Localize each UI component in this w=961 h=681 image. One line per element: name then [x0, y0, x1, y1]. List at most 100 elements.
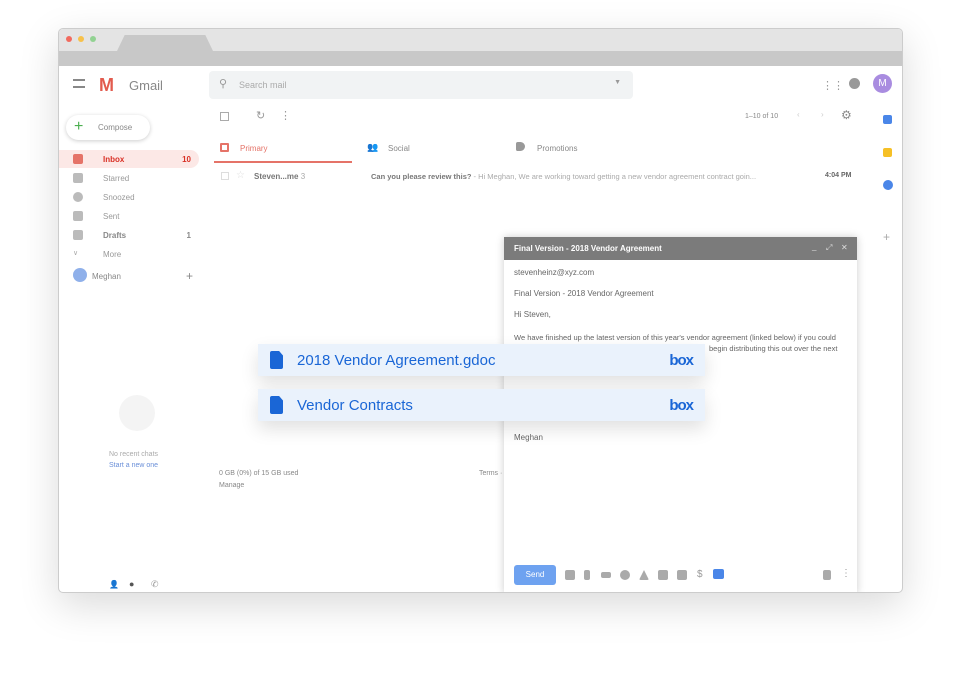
minimize-icon[interactable]: _: [812, 242, 816, 251]
compose-title: Final Version - 2018 Vendor Agreement: [514, 244, 662, 253]
body-line[interactable]: We have finished up the latest version o…: [514, 333, 836, 342]
more-options-icon[interactable]: ⋮: [841, 568, 851, 579]
label: More: [103, 249, 122, 259]
browser-window: M Gmail ⚲ Search mail ▼ ⋮⋮ M + Compose I…: [58, 28, 903, 593]
sidebar-item-more[interactable]: ∨ More: [67, 245, 199, 263]
start-chat-link[interactable]: Start a new one: [109, 462, 158, 469]
address-bar[interactable]: [59, 51, 902, 66]
label: Inbox: [103, 154, 125, 164]
tab-promotions[interactable]: Promotions: [514, 136, 654, 163]
compose-label: Compose: [98, 123, 133, 132]
add-addon-icon[interactable]: +: [883, 230, 890, 244]
send-button[interactable]: Send: [514, 565, 556, 585]
row-checkbox[interactable]: [221, 172, 229, 180]
maximize-dot[interactable]: [90, 36, 96, 42]
chevron-down-icon: ∨: [73, 250, 79, 257]
browser-tab[interactable]: [117, 35, 213, 51]
search-bar[interactable]: ⚲ Search mail ▼: [209, 71, 633, 99]
gmail-logo-icon: M: [99, 75, 114, 95]
close-icon[interactable]: ✕: [841, 243, 848, 252]
link-icon[interactable]: [601, 572, 611, 578]
confidential-icon[interactable]: [677, 570, 687, 580]
subject: Can you please review this?: [371, 172, 472, 181]
sidebar-item-drafts[interactable]: Drafts 1: [67, 226, 199, 244]
hangouts-icon: [119, 395, 155, 431]
tab-primary[interactable]: Primary: [214, 136, 352, 163]
minimize-dot[interactable]: [78, 36, 84, 42]
inbox-icon: [73, 154, 83, 164]
signature[interactable]: Meghan: [514, 433, 543, 442]
emoji-icon[interactable]: [620, 570, 630, 580]
chat-icon[interactable]: ●: [129, 579, 134, 589]
keep-icon[interactable]: [883, 148, 892, 157]
trash-icon[interactable]: [823, 570, 831, 580]
photo-icon[interactable]: [658, 570, 668, 580]
email-row[interactable]: ☆ Steven...me 3 Can you please review th…: [214, 165, 854, 187]
sidebar-item-snoozed[interactable]: Snoozed: [67, 188, 199, 206]
sidebar-item-sent[interactable]: Sent: [67, 207, 199, 225]
box-logo-icon: box: [669, 351, 694, 369]
dollar-icon[interactable]: $: [697, 569, 703, 580]
label: Drafts: [103, 230, 127, 240]
box-logo-icon: box: [669, 396, 694, 414]
tab-label: Primary: [240, 144, 268, 153]
terms-link[interactable]: Terms ·: [479, 470, 502, 477]
file-name: 2018 Vendor Agreement.gdoc: [297, 351, 496, 369]
plus-icon: +: [74, 118, 84, 135]
draft-icon: [73, 230, 83, 240]
sender: Steven...me 3: [254, 172, 305, 181]
star-icon[interactable]: ☆: [236, 170, 245, 181]
storage-usage: 0 GB (0%) of 15 GB used: [219, 470, 299, 477]
user-avatar[interactable]: [73, 268, 87, 282]
send-icon: [73, 211, 83, 221]
sidebar-item-starred[interactable]: Starred: [67, 169, 199, 187]
app-name: Gmail: [129, 78, 163, 93]
file-card[interactable]: 2018 Vendor Agreement.gdoc box: [258, 344, 705, 376]
formatting-icon[interactable]: [565, 570, 575, 580]
sender-name: Steven...me: [254, 172, 299, 181]
refresh-icon[interactable]: ↻: [256, 109, 265, 122]
sidebar-item-inbox[interactable]: Inbox 10: [59, 150, 199, 168]
tab-label: Social: [388, 144, 410, 153]
notifications-icon[interactable]: [849, 78, 860, 89]
add-icon[interactable]: +: [186, 269, 193, 283]
compose-button[interactable]: + Compose: [66, 115, 150, 140]
file-name: Vendor Contracts: [297, 396, 413, 414]
subject-field[interactable]: Final Version - 2018 Vendor Agreement: [514, 289, 654, 298]
tab-social[interactable]: 👥 Social: [364, 136, 504, 163]
box-icon[interactable]: [713, 569, 724, 579]
body-line[interactable]: begin distributing this out over the nex…: [709, 344, 837, 353]
prev-page-icon[interactable]: ‹: [797, 110, 800, 119]
tasks-icon[interactable]: [883, 180, 893, 190]
manage-link[interactable]: Manage: [219, 482, 244, 489]
count: 1: [186, 230, 191, 240]
attach-icon[interactable]: [584, 570, 590, 580]
tab-label: Promotions: [537, 144, 578, 153]
contacts-icon[interactable]: 👤: [109, 580, 119, 589]
snippet: - Hi Meghan, We are working toward getti…: [471, 172, 757, 181]
apps-grid-icon[interactable]: ⋮⋮: [822, 79, 844, 92]
expand-icon[interactable]: ⤢: [826, 243, 832, 253]
count: 10: [182, 154, 191, 164]
file-card[interactable]: Vendor Contracts box: [258, 389, 705, 421]
body-greeting[interactable]: Hi Steven,: [514, 310, 551, 319]
settings-gear-icon[interactable]: ⚙: [841, 108, 852, 122]
select-all-checkbox[interactable]: [220, 112, 229, 121]
email-preview: Can you please review this? - Hi Meghan,…: [371, 172, 801, 181]
menu-icon[interactable]: [73, 79, 85, 88]
more-options-icon[interactable]: ⋮: [280, 109, 291, 122]
document-icon: [270, 351, 283, 369]
compose-header[interactable]: Final Version - 2018 Vendor Agreement _ …: [504, 237, 857, 260]
avatar[interactable]: M: [873, 74, 892, 93]
tag-icon: [516, 142, 525, 151]
no-chats-text: No recent chats: [109, 451, 159, 458]
clock-icon: [73, 192, 83, 202]
next-page-icon[interactable]: ›: [821, 110, 824, 119]
phone-icon[interactable]: ✆: [151, 579, 159, 590]
search-options-icon[interactable]: ▼: [614, 79, 621, 86]
user-name[interactable]: Meghan: [92, 272, 121, 281]
close-dot[interactable]: [66, 36, 72, 42]
recipient-field[interactable]: stevenheinz@xyz.com: [514, 268, 594, 277]
star-icon: [73, 173, 83, 183]
calendar-icon[interactable]: [883, 115, 892, 124]
